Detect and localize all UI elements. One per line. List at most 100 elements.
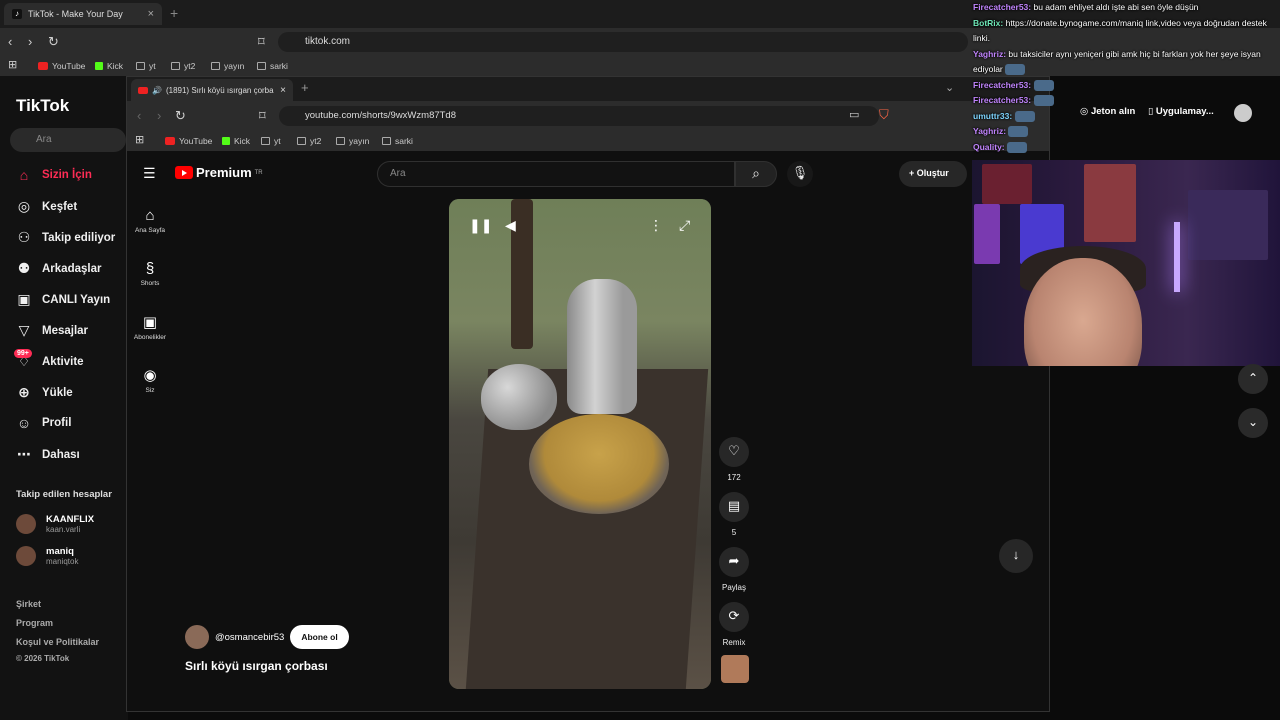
nav-profil[interactable]: ☺ Profil bbox=[16, 415, 72, 431]
get-app-button[interactable]: ▯ Uygulamay... bbox=[1148, 106, 1214, 117]
bookmark-icon[interactable]: ⌑ bbox=[259, 108, 266, 124]
followed-account-maniq[interactable]: maniq maniqtok bbox=[16, 546, 78, 566]
remix-icon[interactable]: ⟳ bbox=[719, 602, 749, 632]
bookmark-kick[interactable]: Kick bbox=[95, 61, 123, 71]
bookmark-yt2[interactable]: yt2 bbox=[171, 61, 195, 71]
nav-canli-yayin[interactable]: ▣ CANLI Yayın bbox=[16, 291, 110, 308]
create-button[interactable]: + Oluştur bbox=[899, 161, 967, 187]
pause-icon[interactable]: ❚❚ bbox=[469, 217, 492, 234]
heart-icon[interactable]: ♡ bbox=[719, 437, 749, 467]
next-video-icon[interactable]: ⌄ bbox=[1238, 408, 1268, 438]
new-tab-icon[interactable]: + bbox=[170, 5, 178, 21]
search-icon[interactable]: ⌕ bbox=[735, 161, 777, 187]
volume-icon[interactable]: ◀ bbox=[505, 217, 516, 234]
emote-icon bbox=[1014, 110, 1035, 122]
bookmark-yayin[interactable]: yayın bbox=[211, 61, 244, 71]
more-options-icon[interactable]: ⋮ bbox=[649, 217, 663, 234]
folder-icon bbox=[261, 137, 270, 145]
close-tab-icon[interactable]: × bbox=[280, 85, 286, 96]
next-short-icon[interactable]: ↓ bbox=[999, 539, 1033, 573]
bookmark-icon[interactable]: ⌑ bbox=[258, 34, 265, 50]
chat-message: BotRix: https://donate.bynogame.com/mani… bbox=[973, 17, 1267, 44]
nav-sizin-icin[interactable]: ⌂ Sizin İçin bbox=[16, 167, 92, 183]
kick-icon bbox=[95, 62, 103, 70]
short-title[interactable]: Sırlı köyü ısırgan çorbası bbox=[185, 659, 328, 673]
footer-kosul[interactable]: Koşul ve Politikalar bbox=[16, 637, 99, 647]
youtube-search-input[interactable]: Ara bbox=[377, 161, 735, 187]
inner-toolbar: ‹ › ↻ ⌑ youtube.com/shorts/9wxWzm87Td8 ▭… bbox=[127, 101, 1049, 131]
tab-tiktok[interactable]: ♪ TikTok - Make Your Day × bbox=[4, 3, 162, 25]
avatar[interactable] bbox=[185, 625, 209, 649]
comment-action[interactable]: ▤ 5 bbox=[719, 492, 749, 537]
subscribe-button[interactable]: Abone ol bbox=[290, 625, 349, 649]
channel-name[interactable]: @osmancebir53 bbox=[215, 632, 284, 643]
tiktok-logo[interactable]: TikTok bbox=[16, 96, 69, 116]
bookmark-yayin[interactable]: yayın bbox=[336, 136, 369, 146]
sidebar-item-shorts[interactable]: § Shorts bbox=[127, 260, 173, 287]
bookmark-youtube[interactable]: YouTube bbox=[165, 136, 212, 146]
address-bar[interactable]: youtube.com/shorts/9wxWzm87Td8 bbox=[279, 106, 879, 126]
users-icon: ⚉ bbox=[17, 260, 31, 276]
nav-yukle[interactable]: ⊕ Yükle bbox=[16, 384, 73, 401]
nav-mesajlar[interactable]: ▽ Mesajlar bbox=[16, 322, 88, 339]
sidebar-item-home[interactable]: ⌂ Ana Sayfa bbox=[127, 207, 173, 234]
back-icon[interactable]: ‹ bbox=[137, 108, 141, 123]
brave-shield-icon[interactable]: ⛉ bbox=[879, 107, 889, 123]
emote-icon bbox=[1033, 79, 1054, 91]
bookmark-youtube[interactable]: YouTube bbox=[38, 61, 85, 71]
apps-grid-icon[interactable]: ⊞ bbox=[135, 133, 144, 146]
tab-list-icon[interactable]: ⌄ bbox=[945, 81, 954, 94]
bookmark-yt[interactable]: yt bbox=[261, 136, 281, 146]
tiktok-search-input[interactable]: Ara bbox=[10, 128, 126, 152]
bookmark-yt2[interactable]: yt2 bbox=[297, 136, 321, 146]
back-icon[interactable]: ‹ bbox=[8, 34, 12, 49]
folder-icon bbox=[336, 137, 345, 145]
nav-takip-ediliyor[interactable]: ⚇ Takip ediliyor bbox=[16, 229, 116, 246]
previous-video-icon[interactable]: ⌃ bbox=[1238, 364, 1268, 394]
tab-youtube-short[interactable]: 🔊 (1891) Sırlı köyü ısırgan çorba × bbox=[131, 79, 293, 101]
bookmark-sarki[interactable]: sarki bbox=[257, 61, 288, 71]
hamburger-menu-icon[interactable]: ☰ bbox=[143, 165, 156, 182]
new-tab-icon[interactable]: + bbox=[301, 80, 309, 95]
footer-program[interactable]: Program bbox=[16, 618, 53, 628]
wall-poster bbox=[974, 204, 1000, 264]
bookmark-kick[interactable]: Kick bbox=[222, 136, 250, 146]
nav-kesfet[interactable]: ◎ Keşfet bbox=[16, 198, 77, 215]
short-video-player[interactable]: ❚❚ ◀ ⋮ ⤢ bbox=[449, 199, 711, 689]
bookmark-yt[interactable]: yt bbox=[136, 61, 156, 71]
led-light bbox=[1174, 222, 1180, 292]
wall-poster bbox=[982, 164, 1032, 204]
channel-info: @osmancebir53 Abone ol bbox=[185, 625, 349, 649]
forward-icon[interactable]: › bbox=[28, 34, 32, 49]
audio-thumbnail[interactable] bbox=[721, 655, 749, 683]
address-bar[interactable]: tiktok.com bbox=[278, 32, 968, 52]
footer-sirket[interactable]: Şirket bbox=[16, 599, 41, 609]
close-tab-icon[interactable]: × bbox=[148, 8, 154, 20]
emote-icon bbox=[1008, 126, 1029, 138]
bookmark-sarki[interactable]: sarki bbox=[382, 136, 413, 146]
sidebar-item-you[interactable]: ◉ Siz bbox=[127, 366, 173, 394]
get-coins-button[interactable]: ◎ Jeton alın bbox=[1080, 106, 1135, 117]
youtube-premium-logo[interactable]: Premium TR bbox=[175, 165, 263, 180]
nav-arkadaslar[interactable]: ⚉ Arkadaşlar bbox=[16, 260, 102, 277]
share-action[interactable]: ➦ Paylaş bbox=[719, 547, 749, 592]
apps-grid-icon[interactable]: ⊞ bbox=[8, 58, 17, 71]
avatar[interactable] bbox=[1234, 104, 1252, 122]
cast-icon[interactable]: ▭ bbox=[849, 108, 859, 121]
followed-account-kaanflix[interactable]: KAANFLIX kaan.varli bbox=[16, 514, 94, 534]
like-action[interactable]: ♡ 172 bbox=[719, 437, 749, 482]
reload-icon[interactable]: ↻ bbox=[48, 34, 59, 50]
fullscreen-icon[interactable]: ⤢ bbox=[679, 217, 690, 234]
remix-action[interactable]: ⟳ Remix bbox=[719, 602, 749, 647]
share-icon[interactable]: ➦ bbox=[719, 547, 749, 577]
comment-icon[interactable]: ▤ bbox=[719, 492, 749, 522]
sidebar-item-subscriptions[interactable]: ▣ Abonelikler bbox=[127, 313, 173, 341]
folder-icon bbox=[136, 62, 145, 70]
emote-icon bbox=[1033, 95, 1054, 107]
reload-icon[interactable]: ↻ bbox=[175, 108, 186, 124]
microphone-icon[interactable]: 🎙 bbox=[787, 161, 813, 187]
home-icon: ⌂ bbox=[145, 207, 155, 224]
forward-icon[interactable]: › bbox=[157, 108, 161, 123]
folder-icon bbox=[382, 137, 391, 145]
nav-dahasi[interactable]: ⋯ Dahası bbox=[16, 446, 80, 463]
